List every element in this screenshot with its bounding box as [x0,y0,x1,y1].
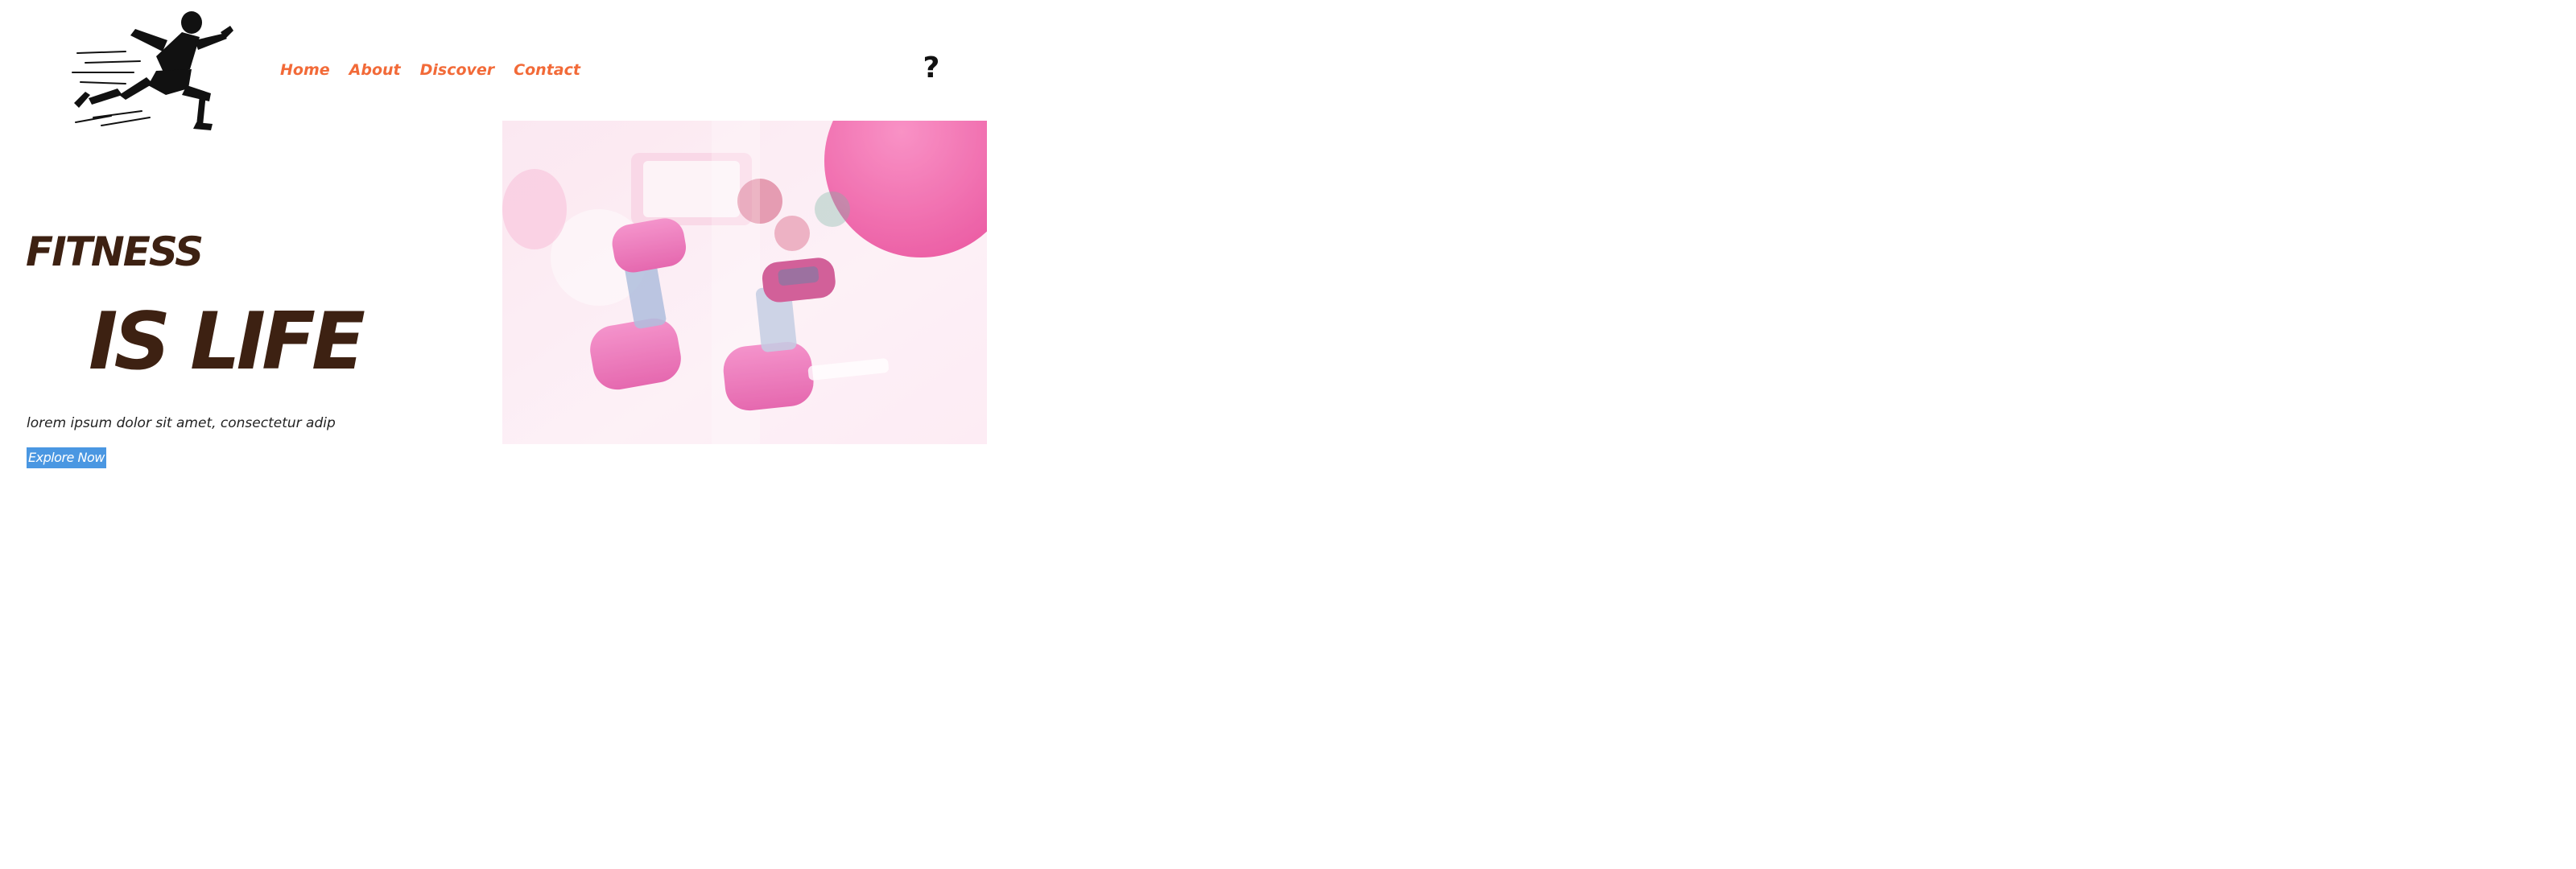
nav-about-link[interactable]: About [349,61,401,79]
page: Home About Discover Contact ? FITNESS IS… [0,0,2576,869]
hero-title-line2: IS LIFE [89,296,365,388]
nav-discover-link[interactable]: Discover [420,61,495,79]
sprinter-logo-icon[interactable] [69,5,235,134]
help-icon[interactable]: ? [920,51,943,84]
pink-dumbbells-photo [502,121,987,444]
hero-title-line1: FITNESS [26,229,204,275]
nav-home-link[interactable]: Home [280,61,330,79]
explore-now-button[interactable]: Explore Now [27,447,106,468]
main-nav: Home About Discover Contact [280,60,580,80]
nav-contact-link[interactable]: Contact [514,61,580,79]
hero-subtitle: lorem ipsum dolor sit amet, consectetur … [27,415,336,431]
